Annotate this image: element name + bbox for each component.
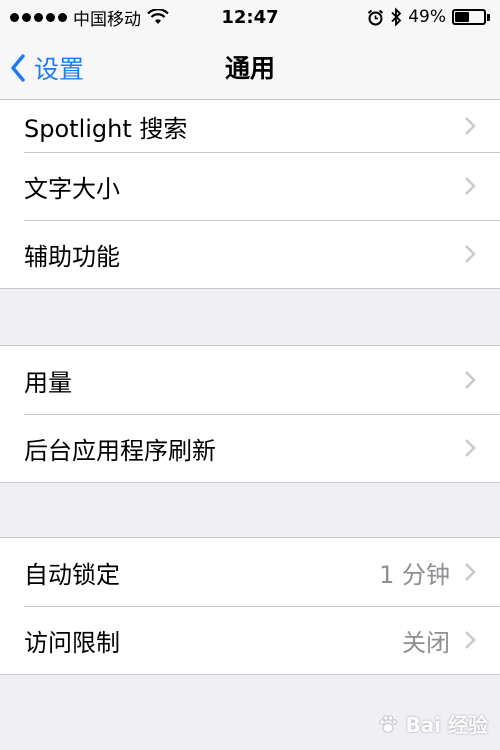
settings-group-1: Spotlight 搜索 文字大小 辅助功能 <box>0 100 500 289</box>
settings-group-3: 自动锁定 1 分钟 访问限制 关闭 <box>0 537 500 675</box>
paw-icon <box>379 714 398 733</box>
row-accessibility[interactable]: 辅助功能 <box>0 220 500 288</box>
wifi-icon <box>147 9 169 24</box>
status-left: 中国移动 <box>10 5 169 30</box>
chevron-right-icon <box>465 563 476 581</box>
row-background-app-refresh[interactable]: 后台应用程序刷新 <box>0 414 500 482</box>
row-spotlight-search[interactable]: Spotlight 搜索 <box>0 100 500 152</box>
battery-icon <box>452 9 490 25</box>
chevron-right-icon <box>465 631 476 649</box>
navigation-bar: 设置 通用 <box>0 34 500 100</box>
row-label: 后台应用程序刷新 <box>24 436 216 465</box>
signal-dots-icon <box>10 12 67 22</box>
row-label: 用量 <box>24 368 72 397</box>
chevron-right-icon <box>465 371 476 389</box>
row-label: 文字大小 <box>24 174 120 203</box>
settings-group-2: 用量 后台应用程序刷新 <box>0 345 500 483</box>
chevron-right-icon <box>465 245 476 263</box>
back-button-label: 设置 <box>34 55 85 84</box>
battery-percent: 49% <box>408 7 446 27</box>
row-restrictions[interactable]: 访问限制 关闭 <box>0 606 500 674</box>
carrier-label: 中国移动 <box>73 9 141 30</box>
chevron-right-icon <box>465 177 476 195</box>
watermark: Bai 经验 <box>377 709 488 738</box>
status-right: 49% <box>367 7 490 27</box>
row-label: 辅助功能 <box>24 242 120 271</box>
page-title: 通用 <box>224 54 275 83</box>
row-value: 关闭 <box>402 628 450 657</box>
row-usage[interactable]: 用量 <box>0 346 500 414</box>
bluetooth-icon <box>391 7 402 27</box>
row-auto-lock[interactable]: 自动锁定 1 分钟 <box>0 538 500 606</box>
watermark-text: Bai 经验 <box>405 713 488 737</box>
status-bar: 中国移动 12:47 49% <box>0 0 500 34</box>
back-button[interactable]: 设置 <box>10 48 84 88</box>
row-label: Spotlight 搜索 <box>24 114 188 143</box>
row-value: 1 分钟 <box>379 560 450 589</box>
chevron-right-icon <box>465 117 476 135</box>
row-label: 访问限制 <box>24 628 120 657</box>
row-text-size[interactable]: 文字大小 <box>0 152 500 220</box>
alarm-icon <box>368 9 384 25</box>
chevron-right-icon <box>465 439 476 457</box>
row-label: 自动锁定 <box>24 560 120 589</box>
chevron-left-icon <box>11 54 25 82</box>
